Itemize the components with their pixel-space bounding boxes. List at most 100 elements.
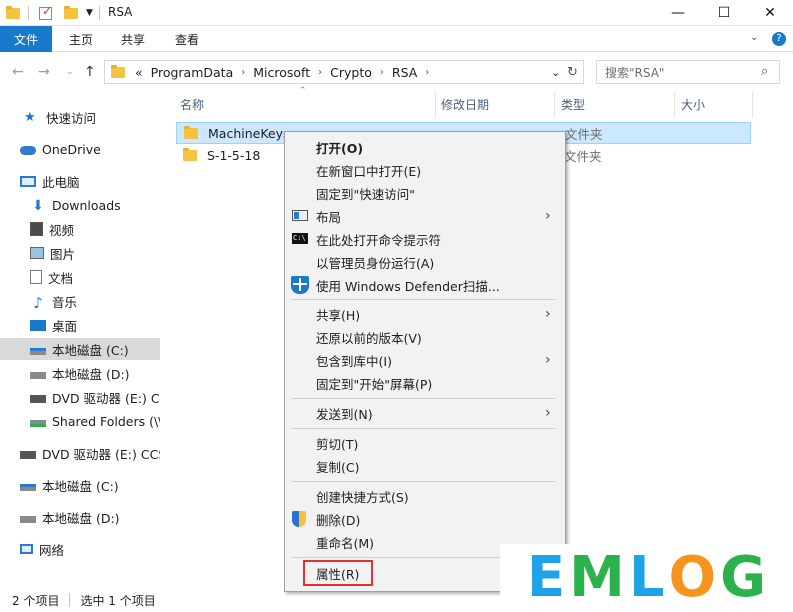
nav-documents[interactable]: 文档 [0, 266, 160, 288]
column-divider[interactable] [674, 92, 675, 118]
file-name: MachineKeys [208, 125, 290, 141]
nav-local-disk-c-root[interactable]: 本地磁盘 (C:) [0, 474, 160, 496]
menu-item-open[interactable]: 打开(O) [285, 136, 565, 158]
nav-pictures[interactable]: 图片 [0, 242, 160, 264]
desktop-icon [30, 319, 46, 331]
item-count: 2 个项目 [12, 593, 60, 608]
tab-home[interactable]: 主页 [58, 26, 104, 52]
breadcrumb-overflow[interactable]: « [135, 65, 143, 80]
breadcrumb-rsa[interactable]: RSA [392, 65, 417, 80]
breadcrumb-crypto[interactable]: Crypto [330, 65, 372, 80]
nav-shared-folders[interactable]: Shared Folders (\\ [0, 410, 160, 432]
nav-downloads[interactable]: ⬇ Downloads [0, 194, 160, 216]
folder-icon [111, 64, 125, 78]
menu-item-run-as-admin[interactable]: 以管理员身份运行(A) [285, 251, 565, 273]
star-icon: ★ [24, 110, 36, 125]
forward-arrow-icon[interactable]: → [38, 64, 50, 80]
column-header-name[interactable]: 名称 [180, 96, 204, 114]
column-header-date[interactable]: 修改日期 [441, 96, 489, 114]
nav-local-disk-d[interactable]: 本地磁盘 (D:) [0, 362, 160, 384]
column-divider[interactable] [435, 92, 436, 118]
customize-dropdown-icon[interactable]: ▼ [86, 8, 93, 18]
file-type: 文件夹 [564, 148, 602, 164]
expand-ribbon-icon[interactable]: ⌄ [750, 32, 758, 43]
context-menu: 打开(O) 在新窗口中打开(E) 固定到"快速访问" 布局 › C:\ 在此处打… [284, 131, 566, 592]
menu-item-restore-versions[interactable]: 还原以前的版本(V) [285, 326, 565, 348]
menu-item-open-new-window[interactable]: 在新窗口中打开(E) [285, 159, 565, 181]
emlog-watermark-logo: E M L O G [500, 544, 793, 612]
nav-quick-access[interactable]: ★ 快速访问 [0, 106, 160, 128]
close-button[interactable]: ✕ [747, 0, 793, 26]
menu-item-layout[interactable]: 布局 › [285, 205, 565, 227]
up-arrow-icon[interactable]: ↑ [84, 64, 96, 80]
properties-check-icon[interactable]: ✓ [39, 4, 52, 20]
menu-item-cut[interactable]: 剪切(T) [285, 432, 565, 454]
nav-label: DVD 驱动器 (E:) CCS [42, 446, 160, 462]
menu-item-delete[interactable]: 删除(D) [285, 508, 565, 530]
maximize-button[interactable]: ☐ [701, 0, 747, 26]
menu-item-create-shortcut[interactable]: 创建快捷方式(S) [285, 485, 565, 507]
recent-locations-icon[interactable]: ⌄ [66, 67, 74, 77]
chevron-right-icon[interactable]: › [241, 67, 245, 78]
menu-item-copy[interactable]: 复制(C) [285, 455, 565, 477]
menu-label: 使用 Windows Defender扫描... [316, 278, 500, 294]
nav-videos[interactable]: 视频 [0, 218, 160, 240]
nav-onedrive[interactable]: OneDrive [0, 138, 160, 160]
highlight-box [303, 560, 373, 586]
divider [98, 6, 100, 20]
help-icon[interactable]: ? [772, 32, 786, 46]
document-icon [30, 270, 42, 284]
uac-shield-icon [292, 511, 306, 527]
column-divider[interactable] [554, 92, 555, 118]
picture-icon [30, 247, 44, 259]
nav-music[interactable]: ♪ 音乐 [0, 290, 160, 312]
nav-label: 音乐 [52, 294, 78, 310]
menu-item-send-to[interactable]: 发送到(N) › [285, 402, 565, 424]
menu-item-pin-quick-access[interactable]: 固定到"快速访问" [285, 182, 565, 204]
chevron-right-icon[interactable]: › [380, 67, 384, 78]
computer-icon [20, 175, 36, 187]
menu-item-share[interactable]: 共享(H) › [285, 303, 565, 325]
menu-label: 在此处打开命令提示符 [316, 232, 442, 248]
logo-letter-m: M [569, 545, 625, 610]
window-title: RSA [108, 5, 133, 19]
nav-desktop[interactable]: 桌面 [0, 314, 160, 336]
address-bar[interactable]: « ProgramData › Microsoft › Crypto › RSA… [104, 60, 584, 84]
folder-icon [6, 5, 20, 19]
minimize-button[interactable]: — [655, 0, 701, 26]
tab-file[interactable]: 文件 [0, 26, 52, 52]
menu-separator [291, 481, 555, 482]
refresh-icon[interactable]: ↻ [567, 65, 578, 80]
nav-label: 此电脑 [42, 174, 80, 190]
menu-item-pin-start[interactable]: 固定到"开始"屏幕(P) [285, 372, 565, 394]
dvd-icon [20, 450, 36, 459]
column-header-type[interactable]: 类型 [561, 96, 585, 114]
nav-local-disk-c[interactable]: 本地磁盘 (C:) [0, 338, 160, 360]
nav-this-pc[interactable]: 此电脑 [0, 170, 160, 192]
search-icon[interactable]: ⌕ [761, 64, 768, 79]
nav-dvd-drive[interactable]: DVD 驱动器 (E:) CC [0, 386, 160, 408]
new-folder-icon[interactable] [64, 5, 78, 19]
column-header-size[interactable]: 大小 [681, 96, 705, 114]
breadcrumb-programdata[interactable]: ProgramData [151, 65, 234, 80]
menu-item-open-cmd[interactable]: C:\ 在此处打开命令提示符 [285, 228, 565, 250]
breadcrumb-microsoft[interactable]: Microsoft [253, 65, 310, 80]
chevron-right-icon[interactable]: › [425, 67, 429, 78]
sort-ascending-icon: ⌃ [299, 86, 307, 96]
ribbon-tabs: 文件 主页 共享 查看 ⌄ ? [0, 26, 793, 52]
menu-item-include-library[interactable]: 包含到库中(I) › [285, 349, 565, 371]
nav-dvd-drive-root[interactable]: DVD 驱动器 (E:) CCS [0, 442, 160, 464]
nav-network[interactable]: 网络 [0, 538, 160, 560]
tab-view[interactable]: 查看 [164, 26, 210, 52]
file-type: 文件夹 [565, 126, 603, 142]
address-dropdown-icon[interactable]: ⌄ [551, 66, 560, 79]
tab-share[interactable]: 共享 [110, 26, 156, 52]
menu-label: 重命名(M) [316, 535, 375, 551]
chevron-right-icon[interactable]: › [318, 67, 322, 78]
nav-local-disk-d-root[interactable]: 本地磁盘 (D:) [0, 506, 160, 528]
column-divider[interactable] [752, 92, 753, 118]
back-arrow-icon[interactable]: ← [12, 64, 24, 80]
video-icon [30, 222, 43, 236]
search-input[interactable]: 搜索"RSA" ⌕ [596, 60, 780, 84]
menu-item-defender-scan[interactable]: 使用 Windows Defender扫描... [285, 274, 565, 296]
